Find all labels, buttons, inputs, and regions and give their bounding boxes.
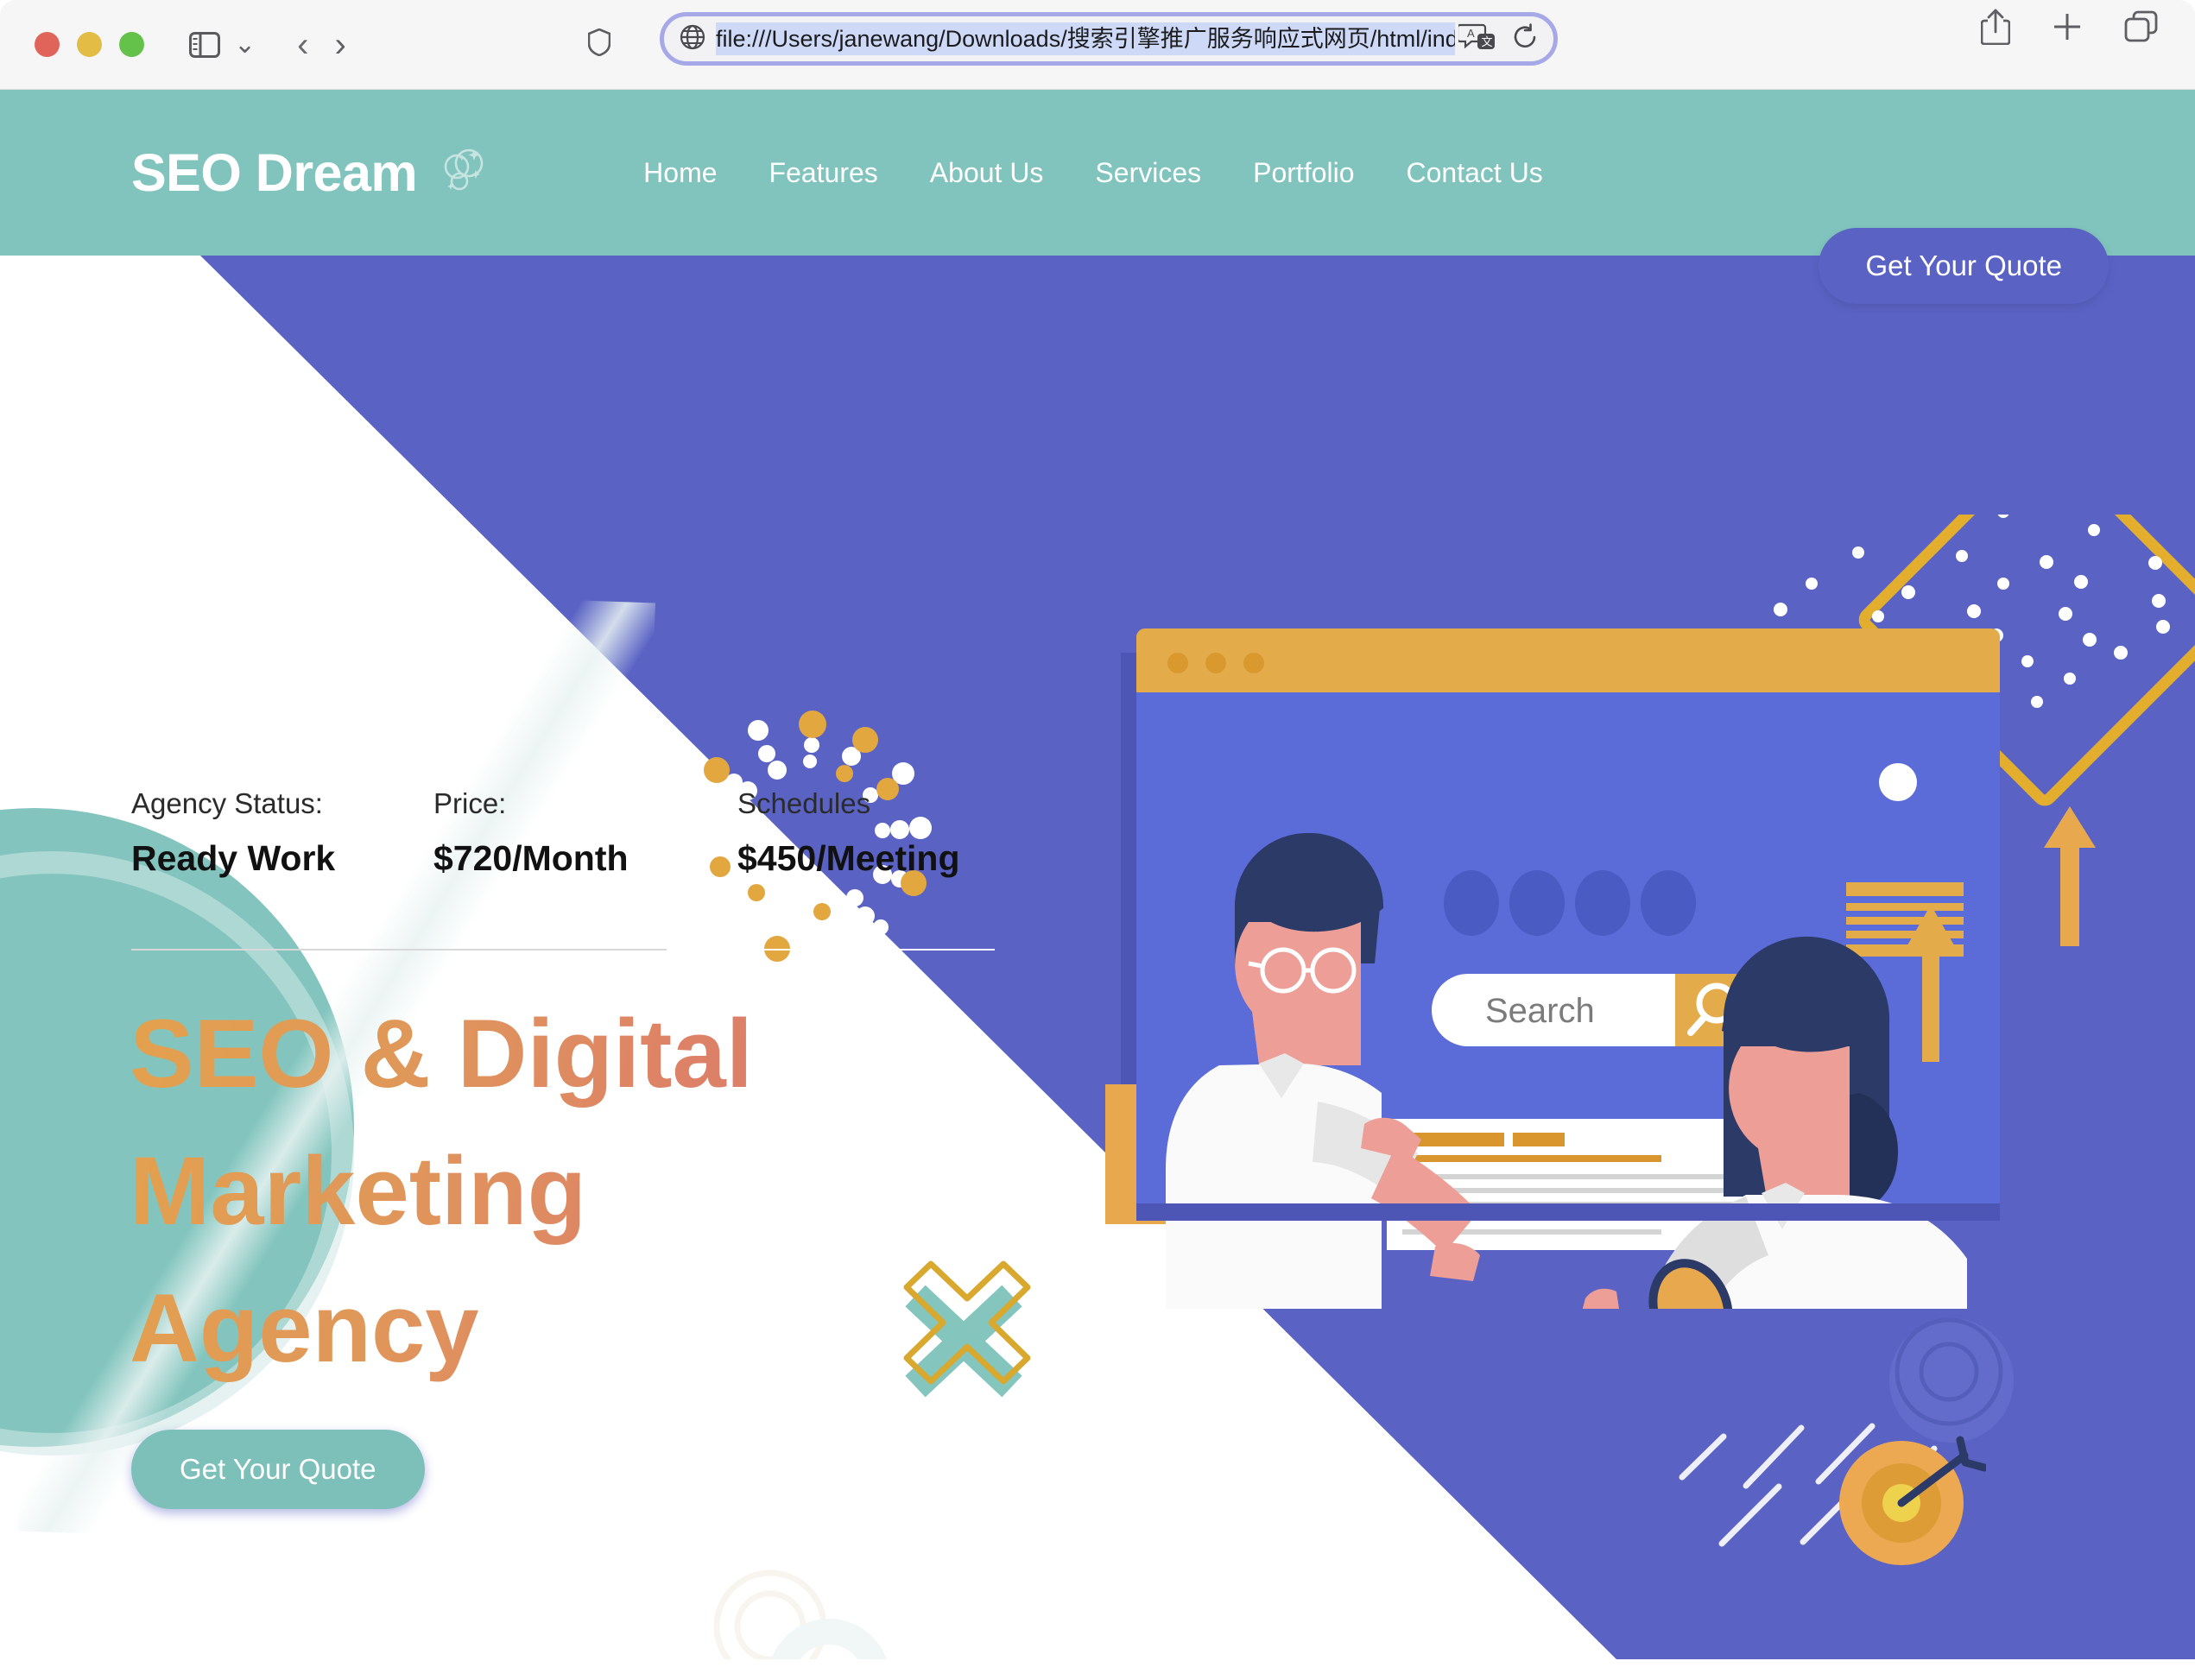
headline-line-2: Marketing [130,1137,586,1246]
forward-button[interactable]: › [334,28,345,62]
stat-label: Price: [433,787,507,819]
main-navigation: Home Features About Us Services Portfoli… [617,157,1569,189]
stat-agency-status: Agency Status: Ready Work [131,786,433,879]
close-window-button[interactable] [35,32,60,57]
stats-divider-left [131,949,667,951]
decorative-x-shapes [881,1248,1053,1408]
target-dartboard-icon [1839,1430,1989,1572]
window-controls [35,32,144,57]
url-text[interactable]: file:///Users/janewang/Downloads/搜索引擎推广服… [716,22,1455,55]
svg-text:A: A [1467,27,1475,40]
stat-schedules: Schedules $450/Meeting [737,786,960,879]
reload-icon[interactable] [1512,22,1538,55]
chevron-down-icon[interactable]: ⌄ [234,31,256,58]
concentric-rings [1889,1317,2014,1443]
nav-arrows: ‹ › [297,28,346,62]
share-icon[interactable] [1980,9,2011,49]
page-title: SEO & Digital Marketing Agency [130,985,907,1397]
hero-bottom-edge [0,1659,2195,1680]
minimize-window-button[interactable] [77,32,102,57]
headline-line-3: Agency [130,1274,479,1383]
tab-overview-icon[interactable] [2124,10,2159,47]
nav-item-portfolio[interactable]: Portfolio [1227,157,1380,189]
nav-item-about-us[interactable]: About Us [904,157,1070,189]
stat-value: Ready Work [131,837,336,878]
svg-text:文: 文 [1482,35,1493,48]
stat-label: Schedules [737,787,871,819]
logo[interactable]: SEO Dream [131,142,490,203]
headline-line-1: SEO & Digital [130,1000,753,1108]
web-page: SEO Dream Home Features About Us Service… [0,90,2195,1680]
stat-value: $450/Meeting [737,837,960,878]
hero-illustration: Search [1102,532,2055,1475]
shield-icon[interactable] [587,28,611,60]
maximize-window-button[interactable] [119,32,144,57]
address-bar[interactable]: file:///Users/janewang/Downloads/搜索引擎推广服… [660,12,1558,66]
hero-section: Agency Status: Ready Work Price: $720/Mo… [0,256,2195,1680]
hero-stats: Agency Status: Ready Work Price: $720/Mo… [131,786,960,879]
stat-value: $720/Month [433,837,629,878]
bubbles-icon [436,144,490,202]
stat-label: Agency Status: [131,787,323,819]
browser-toolbar-right [1980,9,2159,49]
sidebar-icon[interactable] [189,31,220,58]
illustration-search-text: Search [1485,992,1595,1030]
back-button[interactable]: ‹ [297,28,308,62]
hero-get-quote-button[interactable]: Get Your Quote [131,1430,425,1509]
logo-text: SEO Dream [131,143,418,202]
stat-price: Price: $720/Month [433,786,737,879]
globe-icon [680,24,705,54]
browser-chrome: ⌄ ‹ › file:///Users/janewang/Downloads/搜… [0,0,2195,90]
plus-icon[interactable] [2052,11,2083,47]
header-get-quote-button[interactable]: Get Your Quote [1819,228,2109,304]
nav-item-features[interactable]: Features [743,157,904,189]
nav-item-services[interactable]: Services [1069,157,1227,189]
nav-item-contact-us[interactable]: Contact Us [1381,157,1569,189]
site-header: SEO Dream Home Features About Us Service… [0,90,2195,304]
translate-icon[interactable]: A 文 [1456,22,1498,56]
nav-item-home[interactable]: Home [617,157,743,189]
